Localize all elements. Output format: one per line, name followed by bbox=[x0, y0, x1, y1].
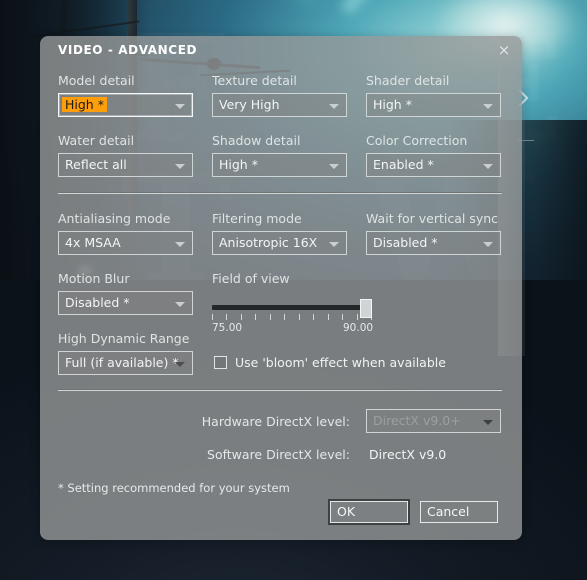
vertical-sync-label: Wait for vertical sync bbox=[366, 211, 499, 226]
texture-detail-label: Texture detail bbox=[212, 73, 297, 88]
texture-detail-value: Very High bbox=[219, 97, 280, 112]
slider-min-label: 75.00 bbox=[212, 322, 243, 334]
field-of-view-slider[interactable]: 75.00 90.00 bbox=[212, 299, 387, 339]
shader-detail-label: Shader detail bbox=[366, 73, 450, 88]
chevron-down-icon bbox=[483, 164, 493, 169]
field-shadow-detail: Shadow detail High * bbox=[212, 133, 347, 177]
chevron-down-icon bbox=[329, 164, 339, 169]
water-detail-value: Reflect all bbox=[65, 157, 127, 172]
slider-track[interactable] bbox=[212, 305, 372, 310]
chevron-down-icon bbox=[329, 242, 339, 247]
chevron-down-icon bbox=[175, 302, 185, 307]
field-field-of-view: Field of view 75.00 90.00 bbox=[212, 271, 387, 339]
antialiasing-mode-label: Antialiasing mode bbox=[58, 211, 171, 226]
field-vertical-sync: Wait for vertical sync Disabled * bbox=[366, 211, 501, 255]
chevron-down-icon bbox=[483, 420, 493, 425]
chevron-down-icon bbox=[175, 362, 185, 367]
field-texture-detail: Texture detail Very High bbox=[212, 73, 347, 117]
bloom-checkbox[interactable] bbox=[214, 356, 227, 369]
vertical-sync-value: Disabled * bbox=[373, 235, 438, 250]
chevron-down-icon bbox=[483, 242, 493, 247]
field-antialiasing-mode: Antialiasing mode 4x MSAA bbox=[58, 211, 193, 255]
hardware-directx-select[interactable]: DirectX v9.0+ bbox=[366, 409, 501, 433]
footnote: * Setting recommended for your system bbox=[58, 481, 290, 495]
water-detail-label: Water detail bbox=[58, 133, 135, 148]
section-divider bbox=[58, 389, 502, 391]
cancel-button[interactable]: Cancel bbox=[420, 501, 498, 523]
hdr-select[interactable]: Full (if available) * bbox=[58, 351, 193, 375]
dialog-title: VIDEO - ADVANCED bbox=[58, 43, 198, 57]
water-detail-select[interactable]: Reflect all bbox=[58, 153, 193, 177]
slider-ticks bbox=[212, 314, 372, 321]
antialiasing-mode-value: 4x MSAA bbox=[65, 235, 121, 250]
color-correction-value: Enabled * bbox=[373, 157, 434, 172]
software-directx-value: DirectX v9.0 bbox=[369, 447, 447, 462]
section-divider bbox=[58, 192, 502, 194]
slider-max-label: 90.00 bbox=[343, 322, 374, 334]
motion-blur-value: Disabled * bbox=[65, 295, 130, 310]
shadow-detail-label: Shadow detail bbox=[212, 133, 301, 148]
field-motion-blur: Motion Blur Disabled * bbox=[58, 271, 193, 315]
close-icon[interactable]: × bbox=[496, 42, 512, 58]
hdr-value: Full (if available) * bbox=[65, 355, 179, 370]
filtering-mode-select[interactable]: Anisotropic 16X bbox=[212, 231, 347, 255]
field-water-detail: Water detail Reflect all bbox=[58, 133, 193, 177]
chevron-down-icon bbox=[483, 104, 493, 109]
field-hdr: High Dynamic Range Full (if available) * bbox=[58, 331, 193, 375]
vertical-sync-select[interactable]: Disabled * bbox=[366, 231, 501, 255]
model-detail-label: Model detail bbox=[58, 73, 135, 88]
ok-button[interactable]: OK bbox=[330, 501, 408, 523]
chevron-down-icon bbox=[175, 104, 185, 109]
filtering-mode-label: Filtering mode bbox=[212, 211, 302, 226]
field-color-correction: Color Correction Enabled * bbox=[366, 133, 501, 177]
texture-detail-select[interactable]: Very High bbox=[212, 93, 347, 117]
color-correction-label: Color Correction bbox=[366, 133, 468, 148]
color-correction-select[interactable]: Enabled * bbox=[366, 153, 501, 177]
filtering-mode-value: Anisotropic 16X bbox=[219, 235, 318, 250]
chevron-down-icon bbox=[175, 242, 185, 247]
hardware-directx-label: Hardware DirectX level: bbox=[201, 414, 350, 429]
chevron-down-icon bbox=[175, 164, 185, 169]
hdr-label: High Dynamic Range bbox=[58, 331, 190, 346]
field-of-view-label: Field of view bbox=[212, 271, 290, 286]
shader-detail-value: High * bbox=[373, 97, 412, 112]
field-model-detail: Model detail High * bbox=[58, 73, 193, 117]
chevron-down-icon bbox=[329, 104, 339, 109]
antialiasing-mode-select[interactable]: 4x MSAA bbox=[58, 231, 193, 255]
motion-blur-label: Motion Blur bbox=[58, 271, 130, 286]
model-detail-select[interactable]: High * bbox=[58, 93, 193, 117]
bloom-checkbox-row[interactable]: Use 'bloom' effect when available bbox=[214, 355, 446, 370]
slider-thumb[interactable] bbox=[360, 299, 372, 318]
software-directx-label: Software DirectX level: bbox=[207, 447, 350, 462]
field-shader-detail: Shader detail High * bbox=[366, 73, 501, 117]
hardware-directx-value: DirectX v9.0+ bbox=[373, 413, 461, 428]
bloom-label: Use 'bloom' effect when available bbox=[235, 355, 446, 370]
field-filtering-mode: Filtering mode Anisotropic 16X bbox=[212, 211, 347, 255]
shadow-detail-select[interactable]: High * bbox=[212, 153, 347, 177]
shader-detail-select[interactable]: High * bbox=[366, 93, 501, 117]
motion-blur-select[interactable]: Disabled * bbox=[58, 291, 193, 315]
model-detail-value: High * bbox=[62, 97, 107, 112]
shadow-detail-value: High * bbox=[219, 157, 258, 172]
